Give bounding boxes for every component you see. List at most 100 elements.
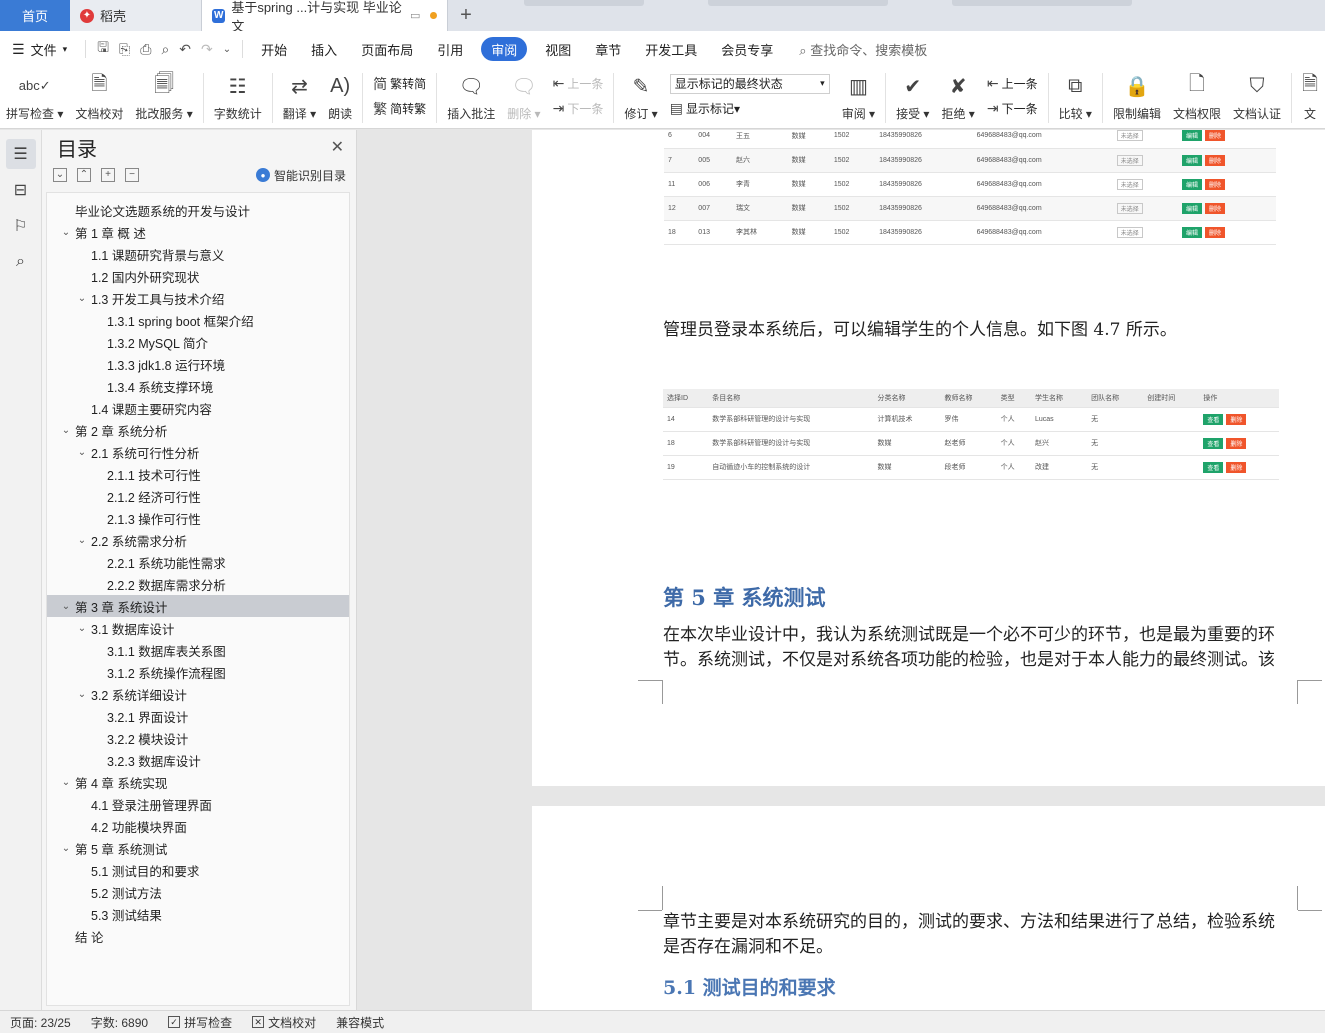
print-preview-icon[interactable]: ⌕ (156, 41, 174, 58)
chevron-down-icon[interactable]: ⌄ (218, 44, 236, 55)
toc-item[interactable]: 3.2.1 界面设计 (47, 705, 349, 727)
show-markup-button[interactable]: ▤ 显示标记 ▾ (670, 97, 830, 121)
more-button[interactable]: 🗎 文 (1296, 71, 1318, 122)
tab-home[interactable]: 首页 (0, 0, 70, 31)
menu-tab-7[interactable]: 开发工具 (633, 37, 709, 61)
toc-item[interactable]: 2.1.2 经济可行性 (47, 485, 349, 507)
toc-item[interactable]: 1.3.2 MySQL 简介 (47, 331, 349, 353)
window-icon[interactable]: ▭ (410, 9, 420, 22)
toc-item[interactable]: 1.3.3 jdk1.8 运行环境 (47, 353, 349, 375)
doc-check-button[interactable]: 🗎 文档校对 (69, 71, 129, 122)
toc-item[interactable]: 2.1.3 操作可行性 (47, 507, 349, 529)
toc-item[interactable]: 结 论 (47, 925, 349, 947)
toc-item[interactable]: 2.2.2 数据库需求分析 (47, 573, 349, 595)
document-canvas[interactable]: 6 004 王五 数媒 1502 18435990826 649688483@qq.com 未… (357, 130, 1325, 1010)
revise-button[interactable]: ✎ 修订 ▾ (618, 71, 663, 122)
chevron-down-icon[interactable]: ⌄ (75, 623, 89, 634)
tab-document[interactable]: W 基于spring ...计与实现 毕业论文 ▭ (202, 0, 448, 34)
toc-item[interactable]: 1.1 课题研究背景与意义 (47, 243, 349, 265)
menu-tab-0[interactable]: 开始 (249, 37, 299, 61)
toc-item[interactable]: ⌄ 2.1 系统可行性分析 (47, 441, 349, 463)
menu-tab-8[interactable]: 会员专享 (709, 37, 785, 61)
chevron-down-icon[interactable]: ⌄ (75, 535, 89, 546)
file-menu[interactable]: ☰ 文件 ▾ (0, 37, 79, 61)
command-search[interactable]: ⌕ 查找命令、搜索模板 (785, 40, 927, 59)
toc-item[interactable]: 2.2.1 系统功能性需求 (47, 551, 349, 573)
close-icon[interactable]: ✕ (331, 137, 344, 157)
toc-item[interactable]: ⌄ 第 2 章 系统分析 (47, 419, 349, 441)
toc-item[interactable]: 3.2.2 模块设计 (47, 727, 349, 749)
toc-item[interactable]: 1.3.4 系统支撑环境 (47, 375, 349, 397)
prev-revision-button[interactable]: ⇤ 上一条 (987, 72, 1038, 96)
toc-item[interactable]: 5.2 测试方法 (47, 881, 349, 903)
tab-daoke[interactable]: ✦ 稻壳 (70, 0, 202, 31)
chevron-down-icon[interactable]: ⌄ (59, 425, 73, 436)
compare-button[interactable]: ⧉ 比较 ▾ (1053, 71, 1098, 122)
bookmark-icon[interactable]: ⚐ (6, 211, 36, 241)
toc-item[interactable]: 1.4 课题主要研究内容 (47, 397, 349, 419)
toc-item[interactable]: 5.3 测试结果 (47, 903, 349, 925)
navigation-icon[interactable]: ⊟ (6, 175, 36, 205)
toc-item[interactable]: 3.2.3 数据库设计 (47, 749, 349, 771)
delete-comment-button[interactable]: 🗨 删除 ▾ (501, 71, 546, 122)
simp-to-trad-button[interactable]: 繁简转繁 (373, 97, 426, 121)
menu-tab-2[interactable]: 页面布局 (349, 37, 425, 61)
toc-item[interactable]: ⌄ 3.1 数据库设计 (47, 617, 349, 639)
prev-comment-button[interactable]: ⇤ 上一条 (553, 72, 604, 96)
toc-item[interactable]: 4.2 功能模块界面 (47, 815, 349, 837)
doc-check-toggle[interactable]: ✕ 文档校对 (242, 1014, 326, 1031)
menu-tab-6[interactable]: 章节 (583, 37, 633, 61)
doc-permission-button[interactable]: 🗋 文档权限 (1167, 71, 1227, 122)
undo-icon[interactable]: ↶ (174, 41, 196, 58)
toc-item[interactable]: ⌄ 第 3 章 系统设计 (47, 595, 349, 617)
word-count-button[interactable]: ☷ 字数统计 (208, 71, 268, 122)
restrict-edit-button[interactable]: 🔒 限制编辑 (1107, 71, 1167, 122)
chevron-down-icon[interactable]: ⌄ (75, 689, 89, 700)
remove-heading-icon[interactable]: − (125, 168, 139, 182)
next-comment-button[interactable]: ⇥ 下一条 (553, 97, 604, 121)
markup-state-select[interactable]: 显示标记的最终状态 ▾ (669, 73, 830, 94)
insert-comment-button[interactable]: 🗨 插入批注 (441, 71, 501, 122)
menu-tab-3[interactable]: 引用 (425, 37, 475, 61)
chevron-down-icon[interactable]: ⌄ (75, 293, 89, 304)
review-pane-button[interactable]: ▥ 审阅 ▾ (836, 71, 881, 122)
chevron-down-icon[interactable]: ⌄ (59, 777, 73, 788)
toc-item[interactable]: ⌄ 第 5 章 系统测试 (47, 837, 349, 859)
chevron-down-icon[interactable]: ⌄ (59, 227, 73, 238)
toc-item[interactable]: ⌄ 2.2 系统需求分析 (47, 529, 349, 551)
read-aloud-button[interactable]: A) 朗读 (322, 71, 358, 122)
chevron-down-icon[interactable]: ⌄ (59, 843, 73, 854)
trad-to-simp-button[interactable]: 简繁转简 (373, 72, 426, 96)
toc-item[interactable]: 4.1 登录注册管理界面 (47, 793, 349, 815)
add-heading-icon[interactable]: + (101, 168, 115, 182)
reject-button[interactable]: ✘ 拒绝 ▾ (935, 71, 980, 122)
toc-item[interactable]: 3.1.2 系统操作流程图 (47, 661, 349, 683)
spell-check-toggle[interactable]: ✓ 拼写检查 (158, 1014, 242, 1031)
toc-item[interactable]: 2.1.1 技术可行性 (47, 463, 349, 485)
chevron-down-icon[interactable]: ⌄ (75, 447, 89, 458)
toc-item[interactable]: 1.2 国内外研究现状 (47, 265, 349, 287)
toc-item[interactable]: ⌄ 3.2 系统详细设计 (47, 683, 349, 705)
translate-button[interactable]: ⇄ 翻译 ▾ (277, 71, 322, 122)
toc-item[interactable]: 毕业论文选题系统的开发与设计 (47, 199, 349, 221)
toc-item[interactable]: ⌄ 第 1 章 概 述 (47, 221, 349, 243)
menu-tab-1[interactable]: 插入 (299, 37, 349, 61)
menu-tab-5[interactable]: 视图 (533, 37, 583, 61)
toc-item[interactable]: ⌄ 第 4 章 系统实现 (47, 771, 349, 793)
toc-item[interactable]: 1.3.1 spring boot 框架介绍 (47, 309, 349, 331)
print-icon[interactable]: ⎙ (135, 41, 156, 58)
batch-service-button[interactable]: 🗐 批改服务 ▾ (129, 71, 198, 122)
redo-icon[interactable]: ↷ (196, 41, 218, 58)
page-indicator[interactable]: 页面: 23/25 (0, 1014, 81, 1031)
toc-item[interactable]: ⌄ 1.3 开发工具与技术介绍 (47, 287, 349, 309)
toc-item[interactable]: 3.1.1 数据库表关系图 (47, 639, 349, 661)
toc-panel-icon[interactable]: ☰ (5, 139, 36, 169)
search-icon[interactable]: ⌕ (6, 247, 36, 277)
menu-tab-4[interactable]: 审阅 (481, 37, 528, 61)
next-revision-button[interactable]: ⇥ 下一条 (987, 97, 1038, 121)
spell-check-button[interactable]: abc✓ 拼写检查 ▾ (0, 71, 69, 122)
new-tab-button[interactable]: + (448, 0, 484, 31)
collapse-all-icon[interactable]: ⌄ (53, 168, 67, 182)
word-count-indicator[interactable]: 字数: 6890 (81, 1014, 158, 1031)
doc-auth-button[interactable]: ⛉ 文档认证 (1227, 71, 1287, 122)
